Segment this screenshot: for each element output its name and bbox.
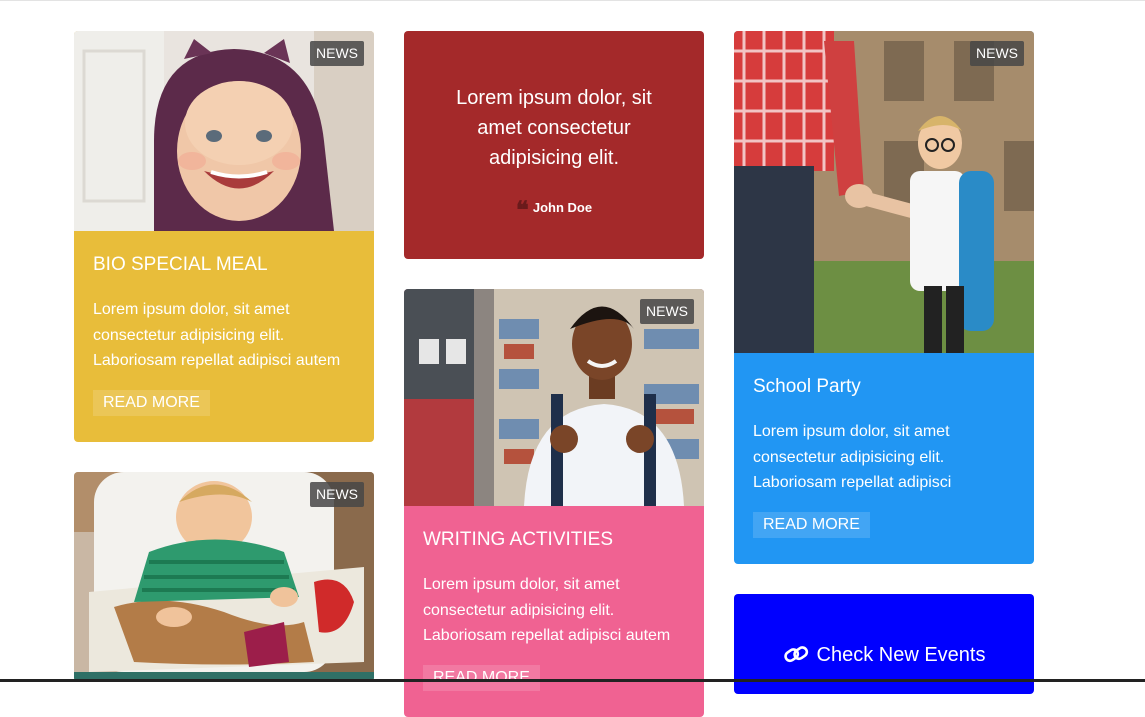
news-badge: NEWS: [640, 299, 694, 324]
card-text: Lorem ipsum dolor, sit amet consectetur …: [93, 301, 341, 369]
read-more-button[interactable]: READ MORE: [93, 389, 210, 416]
school-kid-photo: NEWS: [734, 31, 1034, 353]
check-events-label: Check New Events: [816, 644, 986, 666]
baby-photo: NEWS: [74, 31, 374, 231]
quote-text: Lorem ipsum dolor, sit amet consectetur …: [456, 87, 652, 169]
quote-author: John Doe: [532, 200, 593, 215]
news-badge: NEWS: [310, 482, 364, 507]
card-body: WRITING ACTIVITIES Lorem ipsum dolor, si…: [404, 506, 704, 717]
card-body: School Party Lorem ipsum dolor, sit amet…: [734, 353, 1034, 564]
news-badge: NEWS: [310, 41, 364, 66]
card-text: Lorem ipsum dolor, sit amet consectetur …: [423, 576, 671, 644]
news-card-toddler: NEWS: [74, 472, 374, 682]
schoolboy-photo: NEWS: [404, 289, 704, 506]
news-badge: NEWS: [970, 41, 1024, 66]
card-body: BIO SPECIAL MEAL Lorem ipsum dolor, sit …: [74, 231, 374, 442]
news-card-school-party: NEWS School Party Lorem ipsum dolor, sit…: [734, 31, 1034, 564]
testimonial-card: Lorem ipsum dolor, sit amet consectetur …: [404, 31, 704, 259]
toddler-photo: NEWS: [74, 472, 374, 672]
read-more-button[interactable]: READ MORE: [753, 511, 870, 538]
news-card-writing: NEWS WRITING ACTIVITIES Lorem ipsum dolo…: [404, 289, 704, 717]
card-title: School Party: [753, 376, 861, 397]
news-card-bio-meal: NEWS BIO SPECIAL MEAL Lorem ipsum dolor,…: [74, 31, 374, 442]
card-title: WRITING ACTIVITIES: [423, 529, 614, 550]
card-title: BIO SPECIAL MEAL: [93, 254, 268, 275]
quote-icon: ❝: [515, 195, 529, 224]
check-events-link[interactable]: Check New Events: [734, 644, 1034, 671]
card-text: Lorem ipsum dolor, sit amet consectetur …: [753, 423, 952, 491]
read-more-button[interactable]: READ MORE: [423, 664, 540, 691]
quote-author-row: ❝ John Doe: [404, 195, 704, 224]
link-icon: [783, 645, 809, 671]
top-divider: [0, 0, 1145, 1]
